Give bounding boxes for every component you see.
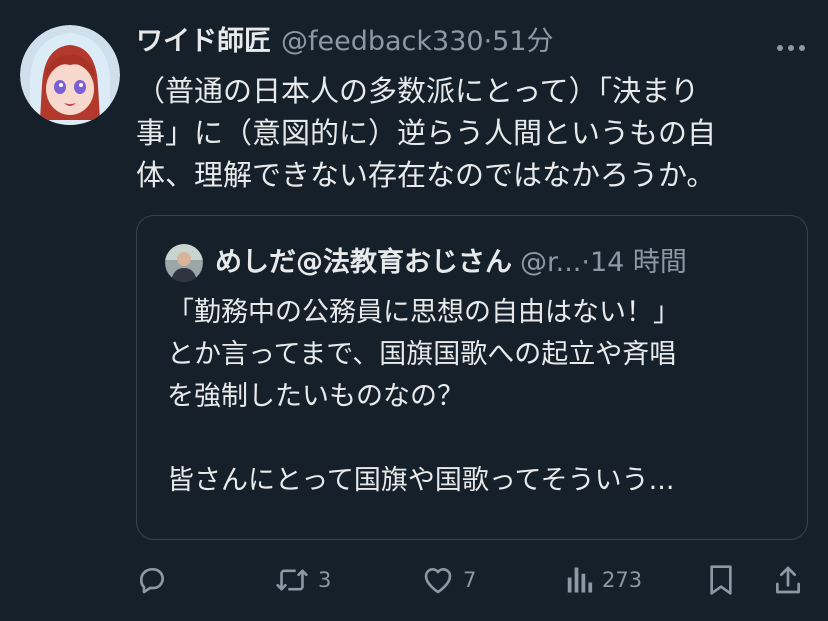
quoted-text-line: とか言ってまで、国旗国歌への起立や斉唱	[167, 339, 677, 370]
author-avatar[interactable]	[20, 25, 120, 125]
action-bar: 3 7 273	[0, 560, 828, 600]
share-icon	[773, 564, 803, 596]
quoted-text-line: 「勤務中の公務員に思想の自由はない！」	[167, 297, 680, 328]
quoted-handle: @r...	[520, 247, 582, 278]
more-dots-icon[interactable]	[776, 38, 806, 51]
retweet-icon	[275, 564, 309, 596]
quoted-header-separator: ·	[581, 247, 590, 278]
views-count: 273	[602, 568, 643, 592]
header-separator: ·	[483, 26, 493, 57]
share-button[interactable]	[773, 560, 803, 600]
tweet-timestamp[interactable]: 51分	[492, 24, 553, 60]
views-icon	[565, 565, 593, 595]
quoted-author-avatar	[165, 244, 203, 282]
views-button[interactable]: 273	[565, 560, 642, 600]
heart-icon	[422, 565, 454, 595]
quoted-text-line: を強制したいものなの？	[167, 381, 464, 412]
tweet-header: ワイド師匠 @feedback330 · 51分	[136, 24, 554, 60]
tweet-text-line: 事」に（意図的に）逆らう人間というもの自	[136, 116, 717, 150]
retweet-count: 3	[318, 568, 332, 592]
tweet-text-line: （普通の日本人の多数派にとって）「決まり	[136, 74, 700, 108]
quoted-header: めしだ@法教育おじさん @r... · 14 時間	[215, 243, 687, 283]
like-button[interactable]: 7	[422, 560, 476, 600]
quoted-tweet[interactable]: めしだ@法教育おじさん @r... · 14 時間 「勤務中の公務員に思想の自由…	[136, 215, 808, 540]
author-display-name[interactable]: ワイド師匠	[136, 24, 271, 60]
quoted-text-line	[167, 418, 797, 460]
quoted-display-name: めしだ@法教育おじさん	[215, 247, 512, 278]
tweet-text: （普通の日本人の多数派にとって）「決まり 事」に（意図的に）逆らう人間というもの…	[136, 70, 796, 196]
bookmark-icon	[706, 564, 736, 596]
like-count: 7	[463, 568, 477, 592]
retweet-button[interactable]: 3	[275, 560, 331, 600]
author-handle[interactable]: @feedback330	[281, 24, 484, 60]
reply-icon	[136, 564, 168, 596]
tweet-text-line: 体、理解できない存在なのではなかろうか。	[136, 158, 716, 192]
quoted-text: 「勤務中の公務員に思想の自由はない！」 とか言ってまで、国旗国歌への起立や斉唱 …	[167, 292, 797, 502]
quoted-text-line: 皆さんにとって国旗や国歌ってそういう...	[167, 465, 675, 496]
quoted-timestamp: 14 時間	[589, 247, 687, 278]
reply-button[interactable]	[136, 560, 168, 600]
bookmark-button[interactable]	[706, 560, 736, 600]
